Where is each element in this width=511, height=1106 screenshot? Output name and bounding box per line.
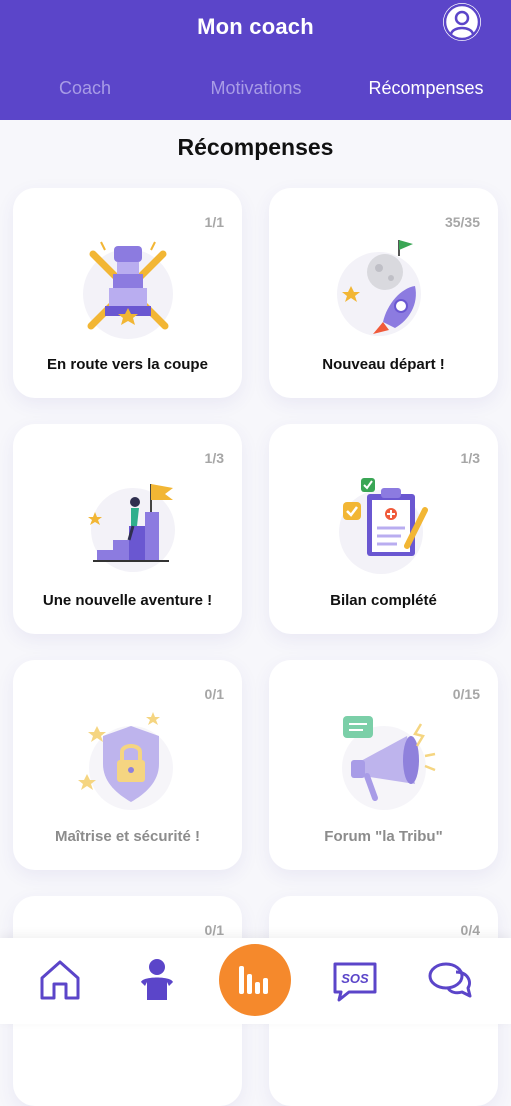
reward-card-new-start[interactable]: 35/35 Nouveau départ !	[269, 188, 498, 398]
nav-stats-button[interactable]	[219, 944, 291, 1016]
reward-label: Maîtrise et sécurité !	[54, 828, 201, 845]
reward-progress: 1/3	[460, 450, 480, 466]
reward-progress: 1/3	[204, 450, 224, 466]
reward-label: Une nouvelle aventure !	[42, 592, 213, 609]
nav-home-button[interactable]	[36, 956, 84, 1004]
chat-icon	[428, 962, 472, 998]
reward-progress: 0/1	[204, 922, 224, 938]
profile-icon	[141, 959, 173, 1000]
page-header-title: Mon coach	[197, 14, 314, 39]
svg-text:SOS: SOS	[341, 971, 369, 986]
reward-progress: 0/1	[204, 686, 224, 702]
sos-icon: SOS	[333, 962, 377, 1002]
reward-card-cup[interactable]: 1/1 En route vers la coupe	[13, 188, 242, 398]
tab-recompenses[interactable]: Récompenses	[356, 78, 496, 99]
stats-icon	[239, 966, 268, 994]
reward-label: En route vers la coupe	[47, 356, 208, 373]
reward-label: Forum "la Tribu"	[324, 828, 443, 845]
avatar-button[interactable]	[443, 3, 481, 41]
reward-progress: 0/4	[460, 922, 480, 938]
reward-label: Bilan complété	[330, 592, 437, 609]
reward-progress: 0/15	[452, 686, 480, 702]
nav-profile-button[interactable]	[133, 956, 181, 1004]
bottom-navigation: SOS	[0, 938, 511, 1024]
reward-card-forum[interactable]: 0/15 Forum "la Tribu"	[269, 660, 498, 870]
tab-coach[interactable]: Coach	[20, 78, 150, 99]
reward-card-assessment[interactable]: 1/3 Bilan complété	[269, 424, 498, 634]
home-icon	[40, 960, 80, 1000]
tab-motivations[interactable]: Motivations	[186, 78, 326, 99]
hockey-cup-icon	[82, 241, 173, 339]
summit-flag-icon	[87, 484, 175, 572]
reward-progress: 35/35	[444, 214, 480, 230]
megaphone-icon	[341, 716, 435, 810]
app-header: Mon coach Coach Motivations Récompenses	[0, 0, 511, 120]
reward-card-adventure[interactable]: 1/3 Une nouvelle aventure !	[13, 424, 242, 634]
reward-progress: 1/1	[204, 214, 224, 230]
tab-bar: Coach Motivations Récompenses	[0, 78, 511, 102]
user-icon	[443, 3, 481, 41]
shield-lock-icon	[77, 712, 173, 810]
reward-card-security[interactable]: 0/1 Maîtrise et sécurité !	[13, 660, 242, 870]
reward-label: Nouveau départ !	[322, 356, 445, 373]
clipboard-check-icon	[338, 478, 428, 574]
section-title: Récompenses	[177, 134, 334, 160]
rocket-icon	[336, 240, 421, 336]
nav-chat-button[interactable]	[426, 956, 474, 1004]
nav-sos-button[interactable]: SOS	[331, 956, 379, 1004]
